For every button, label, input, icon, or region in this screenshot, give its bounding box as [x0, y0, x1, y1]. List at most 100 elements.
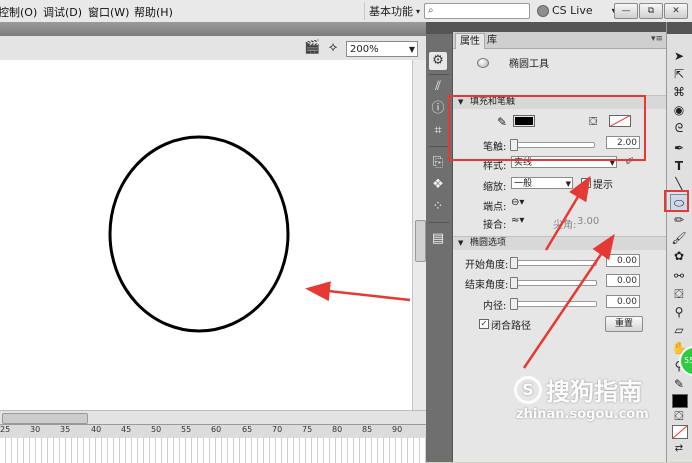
search-icon: ⌕	[428, 5, 434, 16]
slider-knob[interactable]	[510, 257, 518, 269]
close-path-checkbox[interactable]: ✓	[479, 319, 489, 329]
workspace-label: 基本功能	[369, 5, 413, 18]
menu-help[interactable]: 帮助(H)	[134, 4, 173, 20]
bone-tool-icon[interactable]: ⚯	[670, 268, 688, 285]
lasso-tool-icon[interactable]: ᘓ	[670, 120, 688, 137]
panel-dock: ⚙ ⫽ ⓘ ⌗ ⎘ ❖ ⁘ ▤	[426, 22, 452, 462]
fill-color-swatch[interactable]	[672, 425, 688, 439]
panel-menu-icon[interactable]: ▾≡	[651, 34, 663, 44]
collapse-triangle-icon: ▼	[458, 239, 464, 247]
watermark-brand: 搜狗指南	[546, 378, 642, 406]
document-tab-strip	[0, 22, 426, 36]
divider	[429, 74, 449, 75]
end-angle-field[interactable]: 0.00	[606, 274, 640, 287]
edit-scene-icon[interactable]: 🎬	[304, 40, 320, 56]
join-style-icon[interactable]: ≈▾	[511, 215, 524, 226]
hint-label: 提示	[593, 180, 613, 191]
free-transform-tool-icon[interactable]: ⌘	[670, 84, 688, 101]
chevron-down-icon: ▼	[565, 180, 571, 188]
dock-strip	[426, 22, 452, 34]
start-angle-slider[interactable]	[510, 257, 597, 269]
section-oval-options[interactable]: ▼ 椭圆选项	[453, 236, 667, 250]
frame-number: 40	[91, 425, 102, 434]
drawn-oval	[108, 135, 290, 333]
cs-live-button[interactable]: CS Live ▾	[537, 4, 616, 17]
slider-knob[interactable]	[510, 277, 518, 289]
motion-presets-icon[interactable]: ⁘	[429, 198, 447, 216]
info-icon[interactable]: ⓘ	[429, 100, 447, 118]
start-angle-field[interactable]: 0.00	[606, 254, 640, 267]
miter-value[interactable]: 3.00	[577, 216, 599, 227]
panel-tabs: 属性 库 ▾≡	[453, 32, 667, 49]
properties-icon[interactable]: ⚙	[429, 52, 447, 70]
transform-icon[interactable]: ⌗	[429, 122, 447, 140]
stage-toolbar: 🎬 ⟡ 200% ▼	[0, 22, 426, 61]
panel-strip	[453, 22, 667, 32]
align-icon[interactable]: ⫽	[429, 78, 447, 96]
pen-tool-icon[interactable]: ✒	[670, 140, 688, 157]
edit-symbol-icon[interactable]: ⟡	[325, 40, 341, 56]
cap-style-icon[interactable]: ⊖▾	[511, 197, 524, 208]
slider-knob[interactable]	[510, 298, 518, 310]
frame-grid[interactable]	[0, 438, 426, 463]
vertical-scrollbar[interactable]	[412, 60, 427, 410]
subselection-tool-icon[interactable]: ⇱	[670, 66, 688, 83]
restore-button[interactable]: ⧉	[639, 3, 663, 19]
paint-bucket-tool-icon[interactable]: ⛋	[670, 286, 688, 303]
scale-select[interactable]: 一般 ▼	[511, 177, 573, 189]
frame-number: 35	[60, 425, 71, 434]
selection-tool-icon[interactable]: ➤	[670, 48, 688, 65]
menu-window[interactable]: 窗口(W)	[88, 4, 129, 20]
menu-bar: 控制(O) 调试(D) 窗口(W) 帮助(H) 基本功能 ▾ ⌕ CS Live…	[0, 0, 692, 23]
hint-checkbox[interactable]	[581, 178, 591, 188]
highlight-fill-stroke	[448, 95, 646, 161]
frame-number: 85	[362, 425, 373, 434]
eraser-tool-icon[interactable]: ▱	[670, 322, 688, 339]
workspace-switcher[interactable]: 基本功能 ▾	[364, 2, 424, 20]
brush-tool-icon[interactable]: 🖌	[670, 230, 688, 247]
swap-colors-icon[interactable]: ⇄	[670, 440, 688, 457]
scroll-thumb[interactable]	[2, 413, 88, 424]
menu-control[interactable]: 控制(O)	[0, 4, 37, 20]
miter-label: 尖角:	[553, 220, 577, 231]
reset-button[interactable]: 重置	[605, 316, 643, 332]
start-angle-label: 开始角度:	[465, 260, 509, 271]
frame-number: 60	[211, 425, 222, 434]
menu-debug[interactable]: 调试(D)	[43, 4, 82, 20]
tab-properties[interactable]: 属性	[455, 33, 485, 49]
fill-color-icon[interactable]: ⛋	[670, 408, 688, 425]
close-path-label: 闭合路径	[491, 321, 531, 332]
zoom-value: 200%	[350, 44, 379, 55]
inner-radius-field[interactable]: 0.00	[606, 295, 640, 308]
pencil-tool-icon[interactable]: ✏	[670, 212, 688, 229]
inner-radius-slider[interactable]	[510, 298, 597, 310]
minimize-button[interactable]: —	[614, 3, 638, 19]
frame-number: 75	[302, 425, 313, 434]
end-angle-slider[interactable]	[510, 277, 597, 289]
cs-live-label: CS Live	[552, 4, 593, 17]
project-icon[interactable]: ▤	[429, 230, 447, 248]
3d-rotation-tool-icon[interactable]: ◉	[670, 102, 688, 119]
tab-library[interactable]: 库	[483, 33, 501, 48]
stroke-color-swatch[interactable]	[672, 394, 688, 408]
scroll-thumb[interactable]	[415, 220, 426, 262]
frame-number: 30	[30, 425, 41, 434]
zoom-select[interactable]: 200% ▼	[346, 41, 418, 57]
eyedropper-tool-icon[interactable]: ⚲	[670, 304, 688, 321]
inner-radius-label: 内径:	[483, 301, 507, 312]
frame-number: 80	[332, 425, 343, 434]
cs-live-icon	[537, 4, 549, 17]
code-snippets-icon[interactable]: ⎘	[429, 154, 447, 172]
frame-number: 50	[151, 425, 162, 434]
stroke-color-icon[interactable]: ✎	[670, 376, 688, 393]
components-icon[interactable]: ❖	[429, 176, 447, 194]
horizontal-scrollbar[interactable]	[0, 410, 426, 425]
frame-number: 25	[0, 425, 11, 434]
stage-canvas[interactable]	[0, 60, 412, 410]
text-tool-icon[interactable]: T	[670, 158, 688, 175]
close-button[interactable]: ✕	[664, 3, 688, 19]
timeline[interactable]: 25 30 35 40 45 50 55 60 65 70 75 80 85 9…	[0, 424, 426, 463]
deco-tool-icon[interactable]: ✿	[670, 248, 688, 265]
frame-number: 55	[181, 425, 192, 434]
search-input[interactable]: ⌕	[424, 3, 530, 19]
